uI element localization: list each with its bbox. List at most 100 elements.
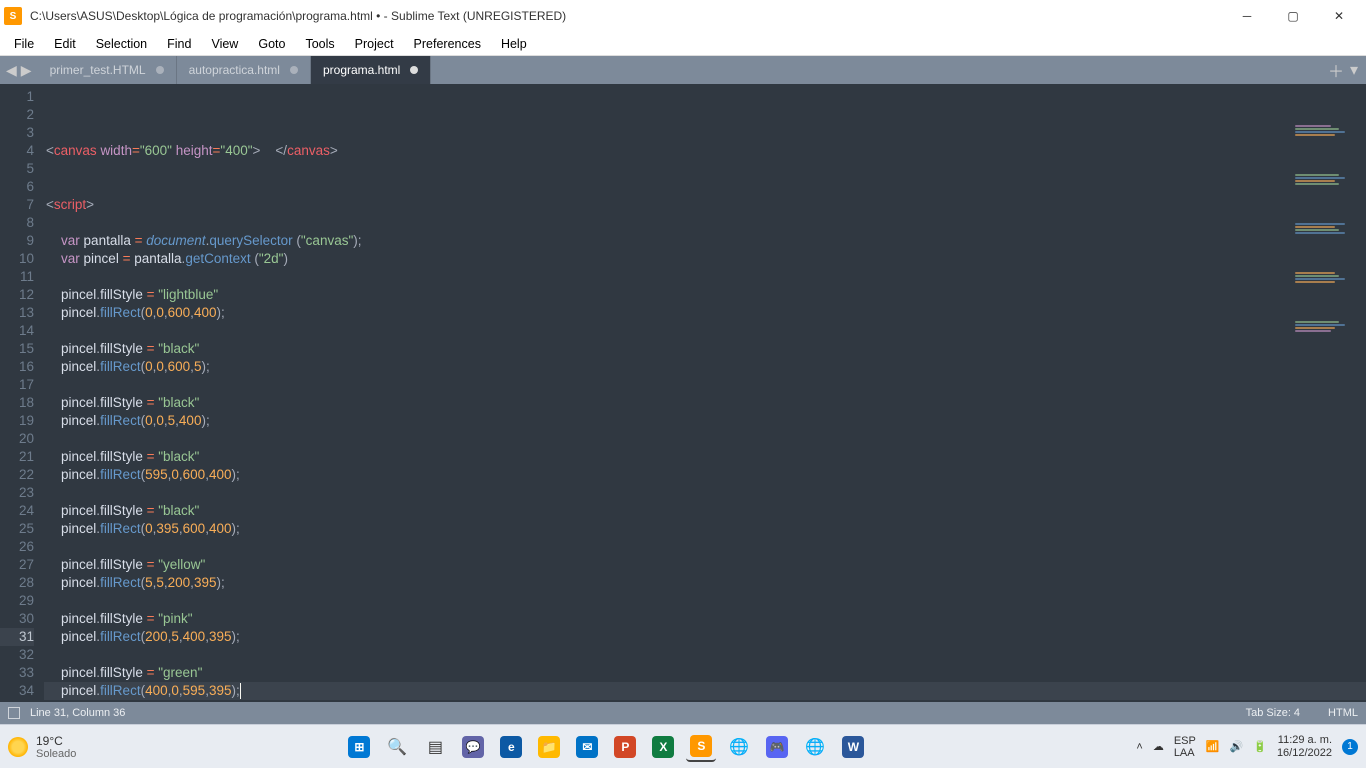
menu-help[interactable]: Help	[491, 35, 537, 53]
code-line[interactable]: pincel.fillStyle = "black"	[44, 502, 1366, 520]
code-line[interactable]: pincel.fillRect(595,0,600,400);	[44, 466, 1366, 484]
line-number: 23	[0, 484, 34, 502]
line-number: 7	[0, 196, 34, 214]
status-tabsize[interactable]: Tab Size: 4	[1246, 707, 1300, 719]
code-line[interactable]	[44, 484, 1366, 502]
code-line[interactable]	[44, 322, 1366, 340]
menu-view[interactable]: View	[201, 35, 248, 53]
line-number: 24	[0, 502, 34, 520]
window-titlebar: S C:\Users\ASUS\Desktop\Lógica de progra…	[0, 0, 1366, 32]
menu-goto[interactable]: Goto	[248, 35, 295, 53]
discord-icon[interactable]: 🎮	[762, 732, 792, 762]
weather-cond: Soleado	[36, 748, 76, 760]
line-number: 8	[0, 214, 34, 232]
tab-programa-html[interactable]: programa.html	[311, 56, 431, 84]
explorer-icon[interactable]: 📁	[534, 732, 564, 762]
code-line[interactable]: pincel.fillStyle = "green"	[44, 664, 1366, 682]
tray-overflow-icon[interactable]: ˄	[1136, 741, 1142, 753]
menu-preferences[interactable]: Preferences	[404, 35, 491, 53]
code-line[interactable]: pincel.fillStyle = "pink"	[44, 610, 1366, 628]
menu-selection[interactable]: Selection	[86, 35, 157, 53]
panel-switch-icon[interactable]	[8, 707, 20, 719]
tab-menu-button[interactable]: ▾	[1350, 60, 1358, 80]
code-line[interactable]	[44, 376, 1366, 394]
tray-clock[interactable]: 11:29 a. m. 16/12/2022	[1277, 734, 1332, 760]
code-line[interactable]	[44, 430, 1366, 448]
menu-project[interactable]: Project	[345, 35, 404, 53]
line-number: 11	[0, 268, 34, 286]
dirty-indicator-icon	[156, 66, 164, 74]
code-line[interactable]	[44, 268, 1366, 286]
line-number: 27	[0, 556, 34, 574]
menu-tools[interactable]: Tools	[295, 35, 344, 53]
notifications-badge[interactable]: 1	[1342, 739, 1358, 755]
minimap[interactable]	[1292, 88, 1362, 218]
status-position: Line 31, Column 36	[30, 707, 1236, 719]
code-line[interactable]: var pantalla = document.querySelector ("…	[44, 232, 1366, 250]
chrome1-icon[interactable]: 🌐	[724, 732, 754, 762]
code-line[interactable]: pincel.fillRect(0,0,600,5);	[44, 358, 1366, 376]
line-number: 34	[0, 682, 34, 700]
tray-lang2[interactable]: LAA	[1174, 747, 1196, 759]
code-line[interactable]	[44, 178, 1366, 196]
wifi-icon[interactable]: 📶	[1206, 740, 1220, 753]
powerpoint-icon[interactable]: P	[610, 732, 640, 762]
mail-icon[interactable]: ✉	[572, 732, 602, 762]
code-line[interactable]	[44, 700, 1366, 702]
code-line[interactable]: pincel.fillRect(0,395,600,400);	[44, 520, 1366, 538]
code-line[interactable]	[44, 592, 1366, 610]
volume-icon[interactable]: 🔊	[1230, 740, 1244, 753]
code-line[interactable]	[44, 538, 1366, 556]
code-line[interactable]: <canvas width="600" height="400"> </canv…	[44, 142, 1366, 160]
code-line[interactable]: var pincel = pantalla.getContext ("2d")	[44, 250, 1366, 268]
line-number: 10	[0, 250, 34, 268]
menu-edit[interactable]: Edit	[44, 35, 86, 53]
code-line[interactable]: pincel.fillRect(200,5,400,395);	[44, 628, 1366, 646]
code-line[interactable]: pincel.fillStyle = "lightblue"	[44, 286, 1366, 304]
tab-autopractica-html[interactable]: autopractica.html	[177, 56, 311, 84]
chat-icon[interactable]: 💬	[458, 732, 488, 762]
new-tab-button[interactable]: ＋	[1328, 58, 1344, 82]
dirty-indicator-icon	[410, 66, 418, 74]
weather-temp: 19°C	[36, 734, 76, 748]
windows-taskbar: 19°C Soleado ⊞🔍▤💬e📁✉PXS🌐🎮🌐W ˄ ☁ ESP LAA …	[0, 724, 1366, 768]
close-button[interactable]: ✕	[1316, 0, 1362, 32]
tray-lang1[interactable]: ESP	[1174, 735, 1196, 747]
chrome2-icon[interactable]: 🌐	[800, 732, 830, 762]
code-line[interactable]: <script>	[44, 196, 1366, 214]
tab-nav-next[interactable]: ▶	[21, 62, 32, 79]
code-line[interactable]: pincel.fillStyle = "black"	[44, 340, 1366, 358]
menu-find[interactable]: Find	[157, 35, 201, 53]
code-line[interactable]: pincel.fillStyle = "black"	[44, 448, 1366, 466]
edge-icon[interactable]: e	[496, 732, 526, 762]
battery-icon[interactable]: 🔋	[1253, 740, 1267, 753]
code-line[interactable]: pincel.fillStyle = "yellow"	[44, 556, 1366, 574]
tab-primer_test-html[interactable]: primer_test.HTML	[38, 56, 177, 84]
start-icon[interactable]: ⊞	[344, 732, 374, 762]
excel-icon[interactable]: X	[648, 732, 678, 762]
code-line[interactable]: pincel.fillRect(0,0,5,400);	[44, 412, 1366, 430]
code-line[interactable]	[44, 214, 1366, 232]
status-bar: Line 31, Column 36 Tab Size: 4 HTML	[0, 702, 1366, 724]
tab-nav-prev[interactable]: ◀	[6, 62, 17, 79]
status-syntax[interactable]: HTML	[1328, 707, 1358, 719]
editor-area[interactable]: 1234567891011121314151617181920212223242…	[0, 84, 1366, 702]
line-number: 22	[0, 466, 34, 484]
taskview-icon[interactable]: ▤	[420, 732, 450, 762]
sublime-icon[interactable]: S	[686, 732, 716, 762]
code-line[interactable]: pincel.fillRect(400,0,595,395);	[44, 682, 1366, 700]
code-line[interactable]	[44, 160, 1366, 178]
word-icon[interactable]: W	[838, 732, 868, 762]
code-line[interactable]: pincel.fillRect(5,5,200,395);	[44, 574, 1366, 592]
code-line[interactable]: pincel.fillRect(0,0,600,400);	[44, 304, 1366, 322]
minimize-button[interactable]: ─	[1224, 0, 1270, 32]
onedrive-icon[interactable]: ☁	[1153, 740, 1164, 753]
menu-file[interactable]: File	[4, 35, 44, 53]
code-line[interactable]: pincel.fillStyle = "black"	[44, 394, 1366, 412]
code-line[interactable]	[44, 646, 1366, 664]
line-number: 6	[0, 178, 34, 196]
search-icon[interactable]: 🔍	[382, 732, 412, 762]
code-area[interactable]: <canvas width="600" height="400"> </canv…	[44, 84, 1366, 702]
weather-widget[interactable]: 19°C Soleado	[8, 734, 76, 760]
maximize-button[interactable]: ▢	[1270, 0, 1316, 32]
